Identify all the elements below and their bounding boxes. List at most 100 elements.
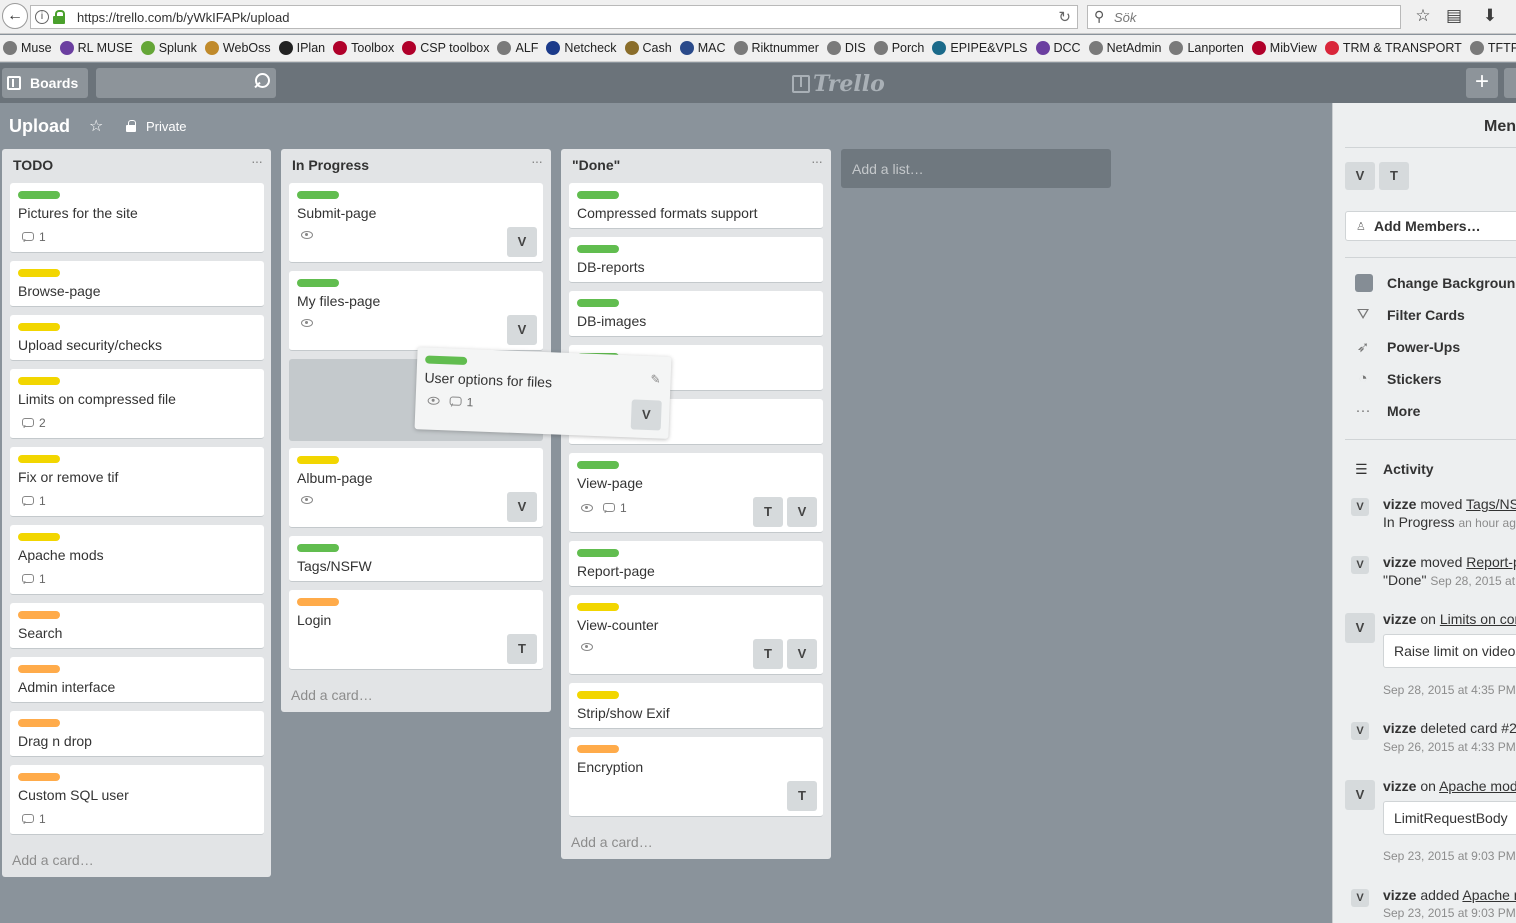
activity-card-link[interactable]: Apache mods — [1439, 778, 1516, 794]
card[interactable]: Encryption T — [569, 737, 823, 817]
activity-user[interactable]: vizze — [1383, 720, 1416, 736]
list-title[interactable]: TODO — [13, 157, 53, 173]
activity-card-link[interactable]: Tags/NSFW — [1466, 496, 1516, 512]
card[interactable]: Fix or remove tif 1 — [10, 447, 264, 517]
activity-avatar[interactable]: V — [1351, 498, 1369, 516]
activity-avatar[interactable]: V — [1345, 613, 1375, 643]
boards-button[interactable]: Boards — [2, 68, 88, 98]
card[interactable]: View-counter T V — [569, 595, 823, 675]
bookmark-item[interactable]: Porch — [871, 35, 930, 61]
member-avatar[interactable]: V — [787, 497, 817, 527]
bookmark-item[interactable]: MAC — [677, 35, 731, 61]
member-avatar[interactable]: T — [507, 634, 537, 664]
create-button[interactable]: + — [1466, 68, 1498, 98]
activity-card-link[interactable]: Report-page — [1466, 554, 1516, 570]
activity-user[interactable]: vizze — [1383, 778, 1416, 794]
bookmark-item[interactable]: Cash — [622, 35, 677, 61]
bookmark-item[interactable]: DIS — [824, 35, 871, 61]
card[interactable]: Album-page V — [289, 448, 543, 528]
bookmark-item[interactable]: RL MUSE — [57, 35, 138, 61]
bookmark-item[interactable]: TFTP3 — [1467, 35, 1516, 61]
activity-time[interactable]: Sep 26, 2015 at 4:33 PM — [1383, 740, 1516, 754]
member-avatar[interactable]: T — [753, 639, 783, 669]
dragged-card[interactable]: User options for files ✎ 1 V — [414, 347, 672, 439]
card[interactable]: My files-page V — [289, 271, 543, 351]
bookmark-item[interactable]: Splunk — [138, 35, 202, 61]
activity-avatar[interactable]: V — [1351, 889, 1369, 907]
card[interactable]: Drag n drop — [10, 711, 264, 757]
card[interactable]: Compressed formats support — [569, 183, 823, 229]
bookmark-item[interactable]: Muse — [0, 35, 57, 61]
activity-avatar[interactable]: V — [1351, 722, 1369, 740]
add-card-link[interactable]: Add a card… — [291, 687, 373, 703]
search-icon[interactable] — [252, 73, 270, 91]
activity-time[interactable]: Sep 23, 2015 at 9:03 PM — [1383, 906, 1516, 920]
member-avatar[interactable]: V — [507, 492, 537, 522]
member-avatar[interactable]: T — [753, 497, 783, 527]
board-title[interactable]: Upload — [9, 116, 70, 137]
member-avatar[interactable]: V — [507, 227, 537, 257]
activity-time[interactable]: an hour ago — [1458, 516, 1516, 530]
list-title[interactable]: In Progress — [292, 157, 369, 173]
card[interactable]: DB-reports — [569, 237, 823, 283]
activity-time[interactable]: Sep 28, 2015 at 4:35 PM — [1383, 683, 1516, 697]
card[interactable]: Browse-page — [10, 261, 264, 307]
add-list-button[interactable]: Add a list… — [841, 149, 1111, 188]
activity-user[interactable]: vizze — [1383, 611, 1416, 627]
bookmark-item[interactable]: Lanporten — [1166, 35, 1248, 61]
member-avatar[interactable]: T — [787, 781, 817, 811]
member-avatar[interactable]: T — [1379, 162, 1409, 190]
header-partial-button[interactable] — [1504, 68, 1516, 98]
bookmark-item[interactable]: WebOss — [202, 35, 276, 61]
bookmark-item[interactable]: EPIPE&VPLS — [929, 35, 1032, 61]
info-icon[interactable]: i — [35, 10, 49, 24]
card[interactable]: Limits on compressed file 2 — [10, 369, 264, 439]
member-avatar[interactable]: V — [507, 315, 537, 345]
card[interactable]: Apache mods 1 — [10, 525, 264, 595]
url-text[interactable]: https://trello.com/b/yWkIFAPk/upload — [77, 10, 289, 25]
bookmark-item[interactable]: DCC — [1033, 35, 1086, 61]
list-menu-icon[interactable]: ··· — [811, 153, 823, 169]
bookmark-item[interactable]: Netcheck — [543, 35, 621, 61]
bookmark-item[interactable]: Toolbox — [330, 35, 399, 61]
card[interactable]: Tags/NSFW — [289, 536, 543, 582]
activity-time[interactable]: Sep 28, 2015 at — [1430, 574, 1515, 588]
card[interactable]: Search — [10, 603, 264, 649]
list-title[interactable]: "Done" — [572, 157, 620, 173]
bookmark-star-icon[interactable]: ☆ — [1412, 5, 1434, 27]
bookmark-item[interactable]: TRM & TRANSPORT — [1322, 35, 1467, 61]
member-avatar[interactable]: V — [787, 639, 817, 669]
card[interactable]: Login T — [289, 590, 543, 670]
download-icon[interactable]: ⬇ — [1479, 5, 1501, 27]
activity-time[interactable]: Sep 23, 2015 at 9:03 PM — [1383, 849, 1516, 863]
bookmark-item[interactable]: CSP toolbox — [399, 35, 494, 61]
card[interactable]: Strip/show Exif — [569, 683, 823, 729]
bookmark-item[interactable]: Riktnummer — [731, 35, 824, 61]
member-avatar[interactable]: V — [630, 399, 662, 431]
activity-user[interactable]: vizze — [1383, 554, 1416, 570]
browser-search-input[interactable]: ⚲ Sök — [1087, 5, 1401, 29]
trello-logo[interactable]: Trello — [792, 71, 885, 97]
card[interactable]: Report-page — [569, 541, 823, 587]
reading-list-icon[interactable]: ▤ — [1443, 5, 1465, 27]
bookmark-item[interactable]: IPlan — [276, 35, 331, 61]
card[interactable]: Submit-page V — [289, 183, 543, 263]
board-search-input[interactable] — [96, 68, 276, 98]
list-menu-icon[interactable]: ··· — [531, 153, 543, 169]
card[interactable]: DB-images — [569, 291, 823, 337]
reload-icon[interactable]: ↻ — [1058, 8, 1071, 26]
activity-card-link[interactable]: Limits on compressed file — [1440, 611, 1516, 627]
activity-avatar[interactable]: V — [1345, 780, 1375, 810]
activity-card-link[interactable]: Apache mods — [1462, 887, 1516, 903]
add-card-link[interactable]: Add a card… — [571, 834, 653, 850]
back-button[interactable]: ← — [2, 3, 28, 29]
star-icon[interactable]: ☆ — [89, 116, 103, 136]
card[interactable]: Admin interface — [10, 657, 264, 703]
card[interactable]: Custom SQL user 1 — [10, 765, 264, 835]
board-visibility[interactable]: Private — [146, 119, 186, 134]
add-card-link[interactable]: Add a card… — [12, 852, 94, 868]
address-bar[interactable]: i https://trello.com/b/yWkIFAPk/upload ↻ — [30, 5, 1078, 29]
card[interactable]: Upload security/checks — [10, 315, 264, 361]
bookmark-item[interactable]: ALF — [494, 35, 543, 61]
bookmark-item[interactable]: MibView — [1249, 35, 1322, 61]
